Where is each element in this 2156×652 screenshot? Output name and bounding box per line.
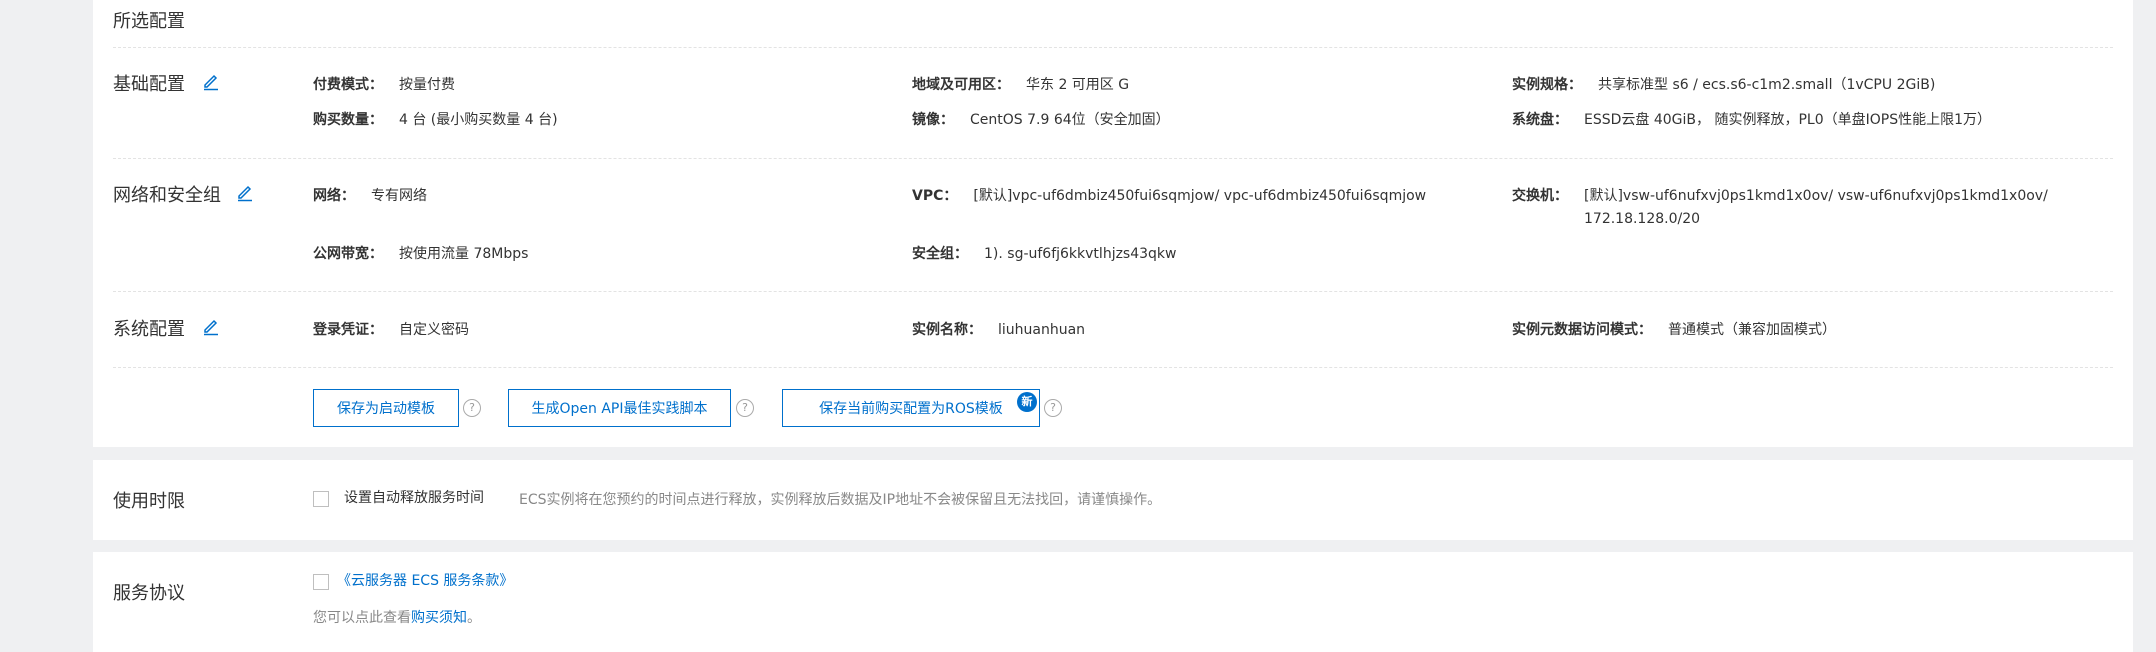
edit-icon[interactable] [235,182,257,204]
new-badge: 新 [1017,392,1037,412]
security-group-label: 安全组： [912,246,968,262]
instance-type-value: 共享标准型 s6 / ecs.s6-c1m2.small（1vCPU 2GiB) [1598,77,1936,93]
image: 镜像： CentOS 7.9 64位（安全加固） [912,108,1170,132]
system-disk: 系统盘： ESSD云盘 40GiB， 随实例释放，PL0（单盘IOPS性能上限1万… [1512,108,1991,132]
auto-release-label: 设置自动释放服务时间 [344,490,484,506]
security-group: 安全组： 1). sg-uf6fj6kkvtlhjzs43qkw [912,242,1176,266]
save-launch-template-button[interactable]: 保存为启动模板 [313,389,459,427]
question-circle-icon[interactable]: ? [463,399,481,417]
network-type-label: 网络： [313,188,355,204]
billing-mode-value: 按量付费 [399,77,455,93]
auto-release-checkbox[interactable] [313,491,329,507]
section-title-network: 网络和安全组 [113,185,221,206]
system-disk-value: ESSD云盘 40GiB， 随实例释放，PL0（单盘IOPS性能上限1万） [1584,112,1991,128]
network-type: 网络： 专有网络 [313,184,427,208]
billing-mode-label: 付费模式： [313,77,383,93]
divider [113,291,2113,292]
vswitch: 交换机： [默认]vsw-uf6nufxvj0ps1kmd1x0ov/ vsw-u… [1512,184,2048,208]
section-title-system: 系统配置 [113,319,185,340]
terms-checkbox[interactable] [313,574,329,590]
quantity: 购买数量： 4 台 (最小购买数量 4 台) [313,108,558,132]
purchase-notice-link[interactable]: 购买须知 [411,610,467,626]
bandwidth-label: 公网带宽： [313,246,383,262]
selected-config-card: 所选配置 基础配置 付费模式： 按量付费 购买数量： 4 台 (最小购买数量 4 台… [93,0,2133,447]
login-credential: 登录凭证： 自定义密码 [313,318,469,342]
purchase-notice-prefix: 您可以点此查看 [313,610,411,626]
save-ros-template-button[interactable]: 保存当前购买配置为ROS模板 [782,389,1040,427]
instance-name-label: 实例名称： [912,322,982,338]
quantity-value: 4 台 (最小购买数量 4 台) [399,112,558,128]
section-title-agreement: 服务协议 [113,583,185,604]
region-value: 华东 2 可用区 G [1026,77,1130,93]
purchase-notice-suffix: 。 [467,610,481,626]
instance-type: 实例规格： 共享标准型 s6 / ecs.s6-c1m2.small（1vCPU … [1512,73,1935,97]
login-credential-value: 自定义密码 [399,322,469,338]
question-circle-icon[interactable]: ? [736,399,754,417]
quantity-label: 购买数量： [313,112,383,128]
vpc-label: VPC： [912,188,958,204]
duration-card: 使用时限 设置自动释放服务时间 ECS实例将在您预约的时间点进行释放，实例释放后… [93,460,2133,540]
terms-link[interactable]: 《云服务器 ECS 服务条款》 [337,571,513,591]
divider [113,367,2113,368]
metadata-mode-label: 实例元数据访问模式： [1512,322,1652,338]
instance-name-value: liuhuanhuan [998,322,1086,338]
vswitch-label: 交换机： [1512,188,1568,204]
section-title-duration: 使用时限 [113,491,185,512]
bandwidth-value: 按使用流量 78Mbps [399,246,529,262]
security-group-value: 1). sg-uf6fj6kkvtlhjzs43qkw [984,246,1177,262]
vswitch-cidr: 172.18.128.0/20 [1584,211,1701,227]
agreement-card: 服务协议 《云服务器 ECS 服务条款》 您可以点此查看购买须知。 [93,552,2133,652]
network-type-value: 专有网络 [371,188,427,204]
generate-openapi-script-button[interactable]: 生成Open API最佳实践脚本 [508,389,731,427]
edit-icon[interactable] [201,316,223,338]
metadata-mode-value: 普通模式（兼容加固模式） [1668,322,1836,338]
auto-release-hint: ECS实例将在您预约的时间点进行释放，实例释放后数据及IP地址不会被保留且无法找… [519,492,1162,508]
vpc-value: [默认]vpc-uf6dmbiz450fui6sqmjow/ vpc-uf6dm… [973,188,1427,204]
section-title-basic: 基础配置 [113,74,185,95]
instance-name: 实例名称： liuhuanhuan [912,318,1085,342]
login-credential-label: 登录凭证： [313,322,383,338]
selected-config-title: 所选配置 [113,11,185,32]
instance-type-label: 实例规格： [1512,77,1582,93]
image-value: CentOS 7.9 64位（安全加固） [970,112,1170,128]
region-label: 地域及可用区： [912,77,1010,93]
divider [113,47,2113,48]
metadata-mode: 实例元数据访问模式： 普通模式（兼容加固模式） [1512,318,1836,342]
divider [113,158,2113,159]
edit-icon[interactable] [201,71,223,93]
region: 地域及可用区： 华东 2 可用区 G [912,73,1129,97]
bandwidth: 公网带宽： 按使用流量 78Mbps [313,242,528,266]
question-circle-icon[interactable]: ? [1044,399,1062,417]
system-disk-label: 系统盘： [1512,112,1568,128]
vswitch-value: [默认]vsw-uf6nufxvj0ps1kmd1x0ov/ vsw-uf6nu… [1584,188,2048,204]
image-label: 镜像： [912,112,954,128]
vpc: VPC： [默认]vpc-uf6dmbiz450fui6sqmjow/ vpc-u… [912,184,1426,208]
billing-mode: 付费模式： 按量付费 [313,73,455,97]
purchase-notice: 您可以点此查看购买须知。 [313,608,481,628]
